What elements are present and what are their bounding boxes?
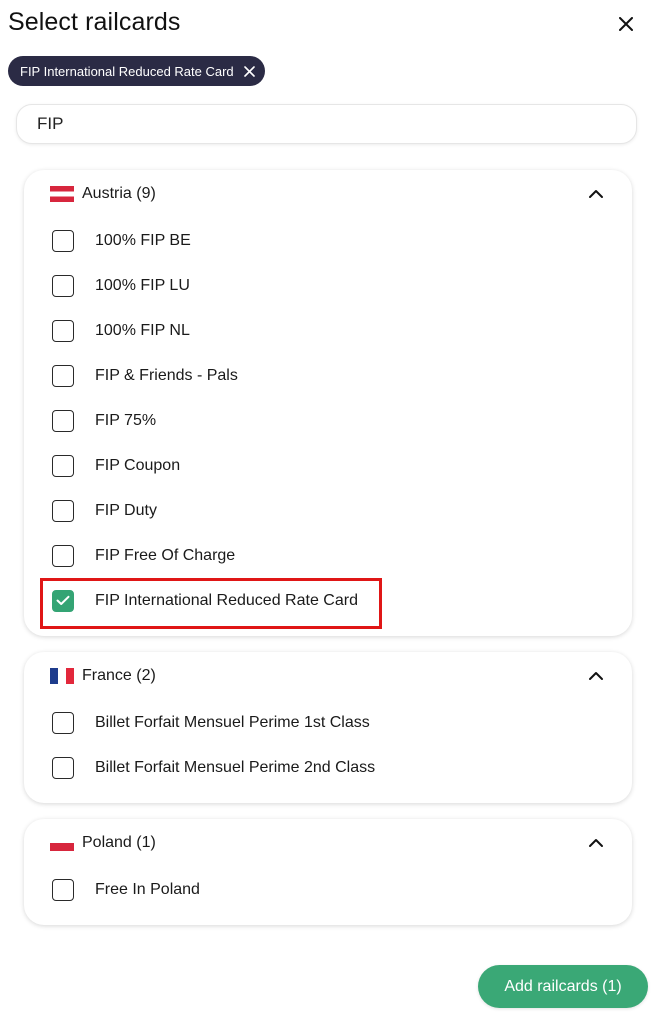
railcard-option[interactable]: FIP Free Of Charge — [24, 533, 632, 578]
railcard-label: Billet Forfait Mensuel Perime 1st Class — [95, 713, 370, 731]
add-railcards-button[interactable]: Add railcards (1) — [478, 965, 648, 1008]
checkbox-checked[interactable] — [52, 589, 74, 612]
selected-railcard-chip: FIP International Reduced Rate Card — [8, 56, 265, 86]
checkbox[interactable] — [52, 544, 74, 567]
railcard-option[interactable]: Billet Forfait Mensuel Perime 1st Class — [24, 700, 632, 745]
country-group-austria: Austria (9) 100% FIP BE 100% FIP LU 100%… — [24, 170, 632, 636]
railcard-label: FIP 75% — [95, 411, 157, 429]
checkbox[interactable] — [52, 499, 74, 522]
railcard-label: FIP International Reduced Rate Card — [95, 591, 358, 609]
railcard-option[interactable]: FIP 75% — [24, 398, 632, 443]
checkbox[interactable] — [52, 711, 74, 734]
railcard-label: 100% FIP BE — [95, 231, 191, 249]
close-icon[interactable] — [619, 17, 633, 31]
group-title: France (2) — [82, 667, 156, 684]
country-group-poland: Poland (1) Free In Poland — [24, 819, 632, 925]
railcard-label: FIP Duty — [95, 501, 157, 519]
checkbox[interactable] — [52, 319, 74, 342]
railcard-option[interactable]: 100% FIP BE — [24, 218, 632, 263]
checkbox[interactable] — [52, 274, 74, 297]
railcard-option[interactable]: FIP Duty — [24, 488, 632, 533]
checkbox[interactable] — [52, 409, 74, 432]
railcard-option[interactable]: FIP Coupon — [24, 443, 632, 488]
railcard-option[interactable]: 100% FIP LU — [24, 263, 632, 308]
france-flag-icon — [50, 668, 74, 684]
close-button[interactable] — [610, 8, 642, 40]
chevron-up-icon[interactable] — [586, 184, 606, 204]
railcard-label: 100% FIP NL — [95, 321, 190, 339]
group-title: Poland (1) — [82, 834, 156, 851]
search-input[interactable] — [16, 104, 637, 144]
group-header-poland[interactable]: Poland (1) — [24, 819, 632, 867]
railcard-label: FIP Free Of Charge — [95, 546, 236, 564]
railcard-option[interactable]: Billet Forfait Mensuel Perime 2nd Class — [24, 745, 632, 790]
austria-flag-icon — [50, 186, 74, 202]
country-group-france: France (2) Billet Forfait Mensuel Perime… — [24, 652, 632, 803]
page-title: Select railcards — [8, 8, 181, 36]
chip-remove-button[interactable] — [243, 65, 255, 77]
railcard-label: Billet Forfait Mensuel Perime 2nd Class — [95, 758, 376, 776]
group-header-austria[interactable]: Austria (9) — [24, 170, 632, 218]
group-title: Austria (9) — [82, 185, 156, 202]
checkmark-icon — [56, 595, 70, 605]
checkbox[interactable] — [52, 756, 74, 779]
close-icon[interactable] — [243, 65, 255, 77]
railcard-label: FIP & Friends - Pals — [95, 366, 238, 384]
railcard-label: Free In Poland — [95, 880, 200, 898]
checkbox[interactable] — [52, 454, 74, 477]
railcard-label: FIP Coupon — [95, 456, 181, 474]
checkbox[interactable] — [52, 364, 74, 387]
chevron-up-icon[interactable] — [586, 833, 606, 853]
railcard-option[interactable]: 100% FIP NL — [24, 308, 632, 353]
checkbox[interactable] — [52, 878, 74, 901]
railcard-option[interactable]: Free In Poland — [24, 867, 632, 912]
chip-label: FIP International Reduced Rate Card — [20, 63, 234, 79]
railcard-option-selected[interactable]: FIP International Reduced Rate Card — [24, 578, 632, 623]
poland-flag-icon — [50, 835, 74, 851]
checkbox[interactable] — [52, 229, 74, 252]
railcard-option[interactable]: FIP & Friends - Pals — [24, 353, 632, 398]
chevron-up-icon[interactable] — [586, 666, 606, 686]
railcard-label: 100% FIP LU — [95, 276, 190, 294]
group-header-france[interactable]: France (2) — [24, 652, 632, 700]
